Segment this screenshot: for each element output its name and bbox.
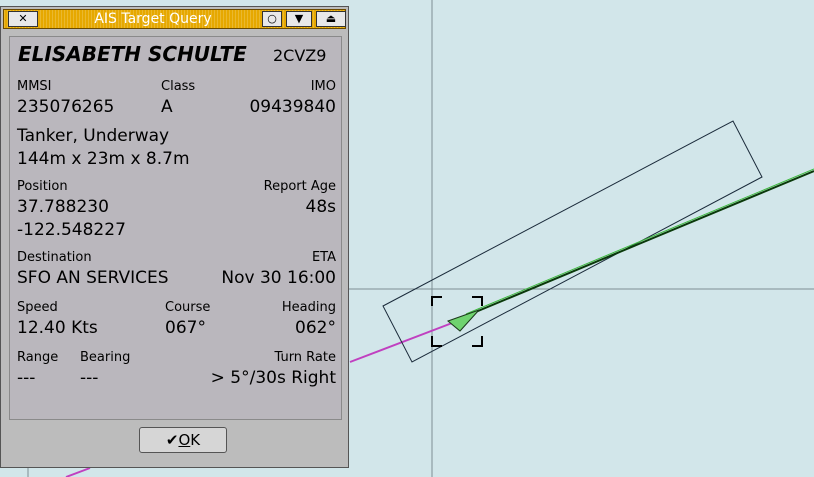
- imo-label: IMO: [310, 79, 336, 94]
- heading-line: [465, 170, 814, 317]
- dialog-title: AIS Target Query: [94, 11, 212, 27]
- speed-label: Speed: [17, 300, 58, 315]
- vessel-name: ELISABETH SCHULTE: [18, 42, 247, 66]
- bearing-value: ---: [80, 368, 99, 388]
- heading-label: Heading: [281, 300, 336, 315]
- ok-button[interactable]: ✔OK: [139, 427, 227, 453]
- shade-icon[interactable]: ▼: [286, 11, 312, 27]
- destination-value: SFO AN SERVICES: [17, 268, 169, 288]
- imo-value: 09439840: [249, 97, 336, 117]
- track-line: [349, 319, 461, 363]
- ais-target-icon[interactable]: [447, 309, 480, 332]
- check-icon: ✔: [165, 431, 179, 449]
- range-label: Range: [17, 350, 59, 365]
- position-label: Position: [17, 179, 68, 194]
- longitude: -122.548227: [17, 220, 126, 240]
- eta-value: Nov 30 16:00: [221, 268, 336, 288]
- course-value: 067°: [165, 318, 206, 338]
- range-value: ---: [17, 368, 36, 388]
- mmsi-value: 235076265: [17, 97, 115, 117]
- class-label: Class: [161, 79, 196, 94]
- class-value: A: [161, 97, 173, 117]
- latitude: 37.788230: [17, 197, 109, 217]
- track-line-lower: [65, 467, 91, 477]
- mmsi-label: MMSI: [17, 79, 52, 94]
- vessel-outline: [382, 120, 763, 363]
- dimensions: 144m x 23m x 8.7m: [17, 149, 190, 169]
- type-status: Tanker, Underway: [17, 126, 170, 146]
- speed-value: 12.40 Kts: [17, 318, 98, 338]
- target-info-panel: ELISABETH SCHULTE 2CVZ9 MMSI Class IMO 2…: [9, 36, 342, 420]
- course-label: Course: [165, 300, 211, 315]
- report-age-value: 48s: [305, 197, 337, 217]
- turn-rate-value: > 5°/30s Right: [210, 368, 336, 388]
- bearing-label: Bearing: [80, 350, 131, 365]
- turn-rate-label: Turn Rate: [274, 350, 336, 365]
- callsign: 2CVZ9: [273, 46, 327, 65]
- report-age-label: Report Age: [263, 179, 336, 194]
- eta-label: ETA: [311, 250, 336, 265]
- ais-target-query-dialog: ✕ AIS Target Query ○ ▼ ⏏ ELISABETH SCHUL…: [0, 6, 349, 468]
- heading-line-highlight: [465, 168, 814, 315]
- destination-label: Destination: [17, 250, 92, 265]
- eject-icon[interactable]: ⏏: [316, 11, 346, 27]
- ok-label: K: [190, 431, 201, 449]
- title-bar[interactable]: ✕ AIS Target Query ○ ▼ ⏏: [3, 9, 346, 29]
- ok-hotkey: O: [178, 431, 191, 449]
- circle-icon[interactable]: ○: [262, 11, 282, 27]
- heading-value: 062°: [295, 318, 336, 338]
- close-icon[interactable]: ✕: [8, 11, 38, 27]
